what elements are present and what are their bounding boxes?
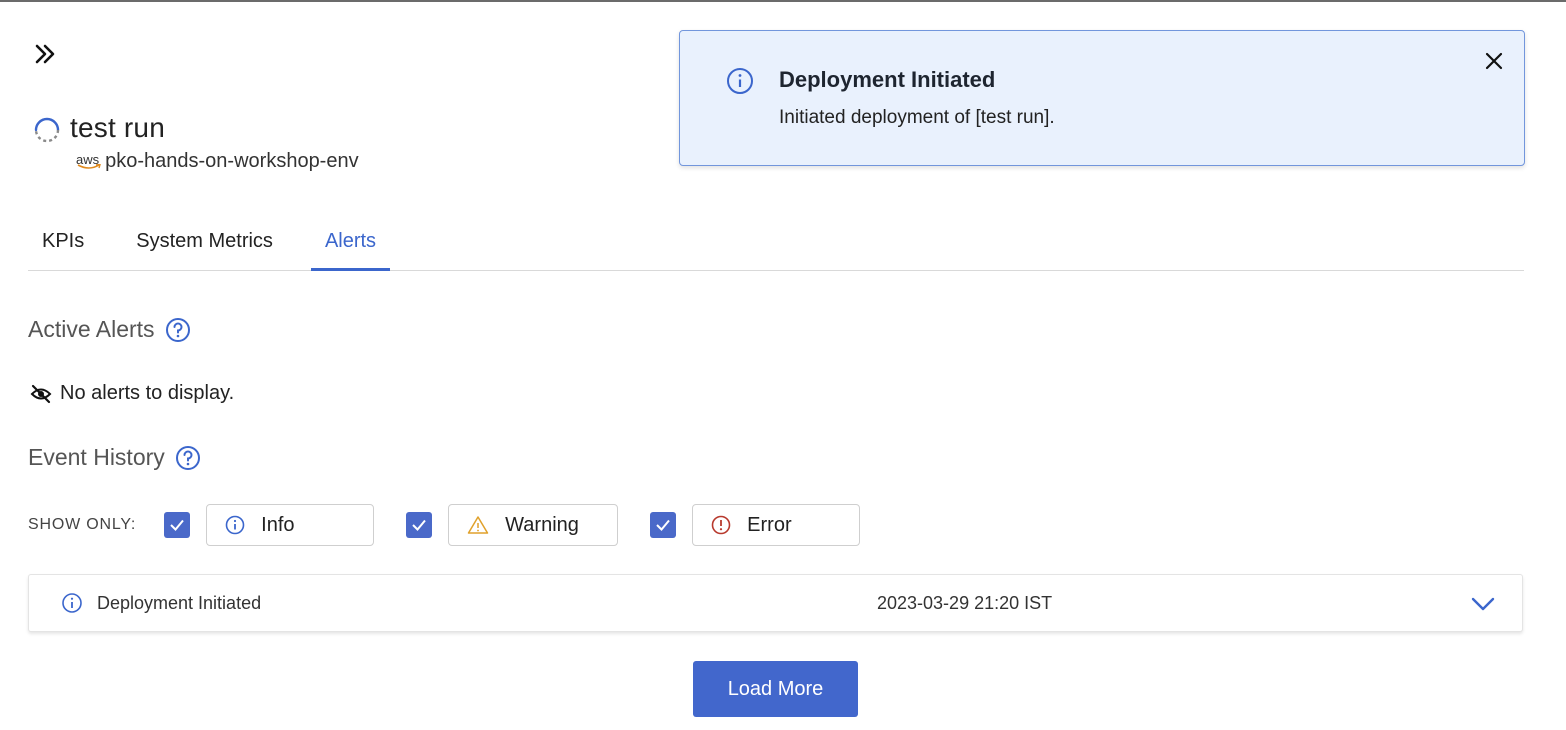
- close-icon[interactable]: [1482, 49, 1506, 73]
- error-icon: [711, 515, 731, 535]
- load-more-button[interactable]: Load More: [693, 661, 858, 717]
- error-filter-checkbox[interactable]: [650, 512, 677, 538]
- event-history-title: Event History: [28, 444, 165, 470]
- info-filter-checkbox[interactable]: [164, 512, 191, 538]
- info-icon: [62, 593, 82, 613]
- toast-message: Initiated deployment of [test run].: [779, 107, 1055, 128]
- event-title: Deployment Initiated: [97, 592, 262, 613]
- info-icon: [225, 515, 245, 535]
- run-title: test run: [70, 112, 165, 143]
- top-border: [0, 0, 1566, 2]
- event-timestamp: 2023-03-29 21:20 IST: [877, 592, 1053, 613]
- warning-filter-checkbox[interactable]: [406, 512, 433, 538]
- event-row[interactable]: Deployment Initiated 2023-03-29 21:20 IS…: [28, 574, 1523, 632]
- checkmark-icon: [170, 519, 184, 531]
- notification-toast: Deployment Initiated Initiated deploymen…: [679, 30, 1525, 166]
- aws-logo-icon: aws: [76, 152, 101, 169]
- active-alerts-title: Active Alerts: [28, 316, 155, 342]
- event-filters: SHOW ONLY: Info Warning Error: [28, 504, 892, 546]
- info-icon: [727, 68, 753, 94]
- checkmark-icon: [412, 519, 426, 531]
- tab-kpis[interactable]: KPIs: [28, 222, 98, 270]
- checkmark-icon: [656, 519, 670, 531]
- run-header: test run aws pko-hands-on-workshop-env: [32, 112, 359, 173]
- environment-name: pko-hands-on-workshop-env: [105, 150, 359, 172]
- tab-alerts[interactable]: Alerts: [310, 222, 391, 271]
- active-alerts-section: Active Alerts: [28, 316, 191, 343]
- event-history-section: Event History: [28, 444, 201, 471]
- info-filter-chip[interactable]: Info: [206, 504, 375, 546]
- eye-off-icon: [30, 384, 52, 403]
- tab-system-metrics[interactable]: System Metrics: [122, 222, 287, 270]
- double-chevron-right-icon: [35, 44, 55, 64]
- loading-spinner-icon: [34, 117, 60, 143]
- warning-icon: [467, 516, 489, 534]
- help-icon[interactable]: [165, 317, 191, 343]
- error-filter-chip[interactable]: Error: [692, 504, 861, 546]
- chevron-down-icon[interactable]: [1470, 593, 1496, 615]
- warning-filter-chip[interactable]: Warning: [448, 504, 619, 546]
- toast-title: Deployment Initiated: [779, 67, 996, 92]
- help-icon[interactable]: [175, 445, 201, 471]
- show-only-label: SHOW ONLY:: [28, 516, 137, 533]
- tab-bar: KPIs System Metrics Alerts: [28, 222, 1524, 271]
- no-alerts-message: No alerts to display.: [30, 382, 234, 405]
- expand-sidebar-button[interactable]: [32, 40, 62, 70]
